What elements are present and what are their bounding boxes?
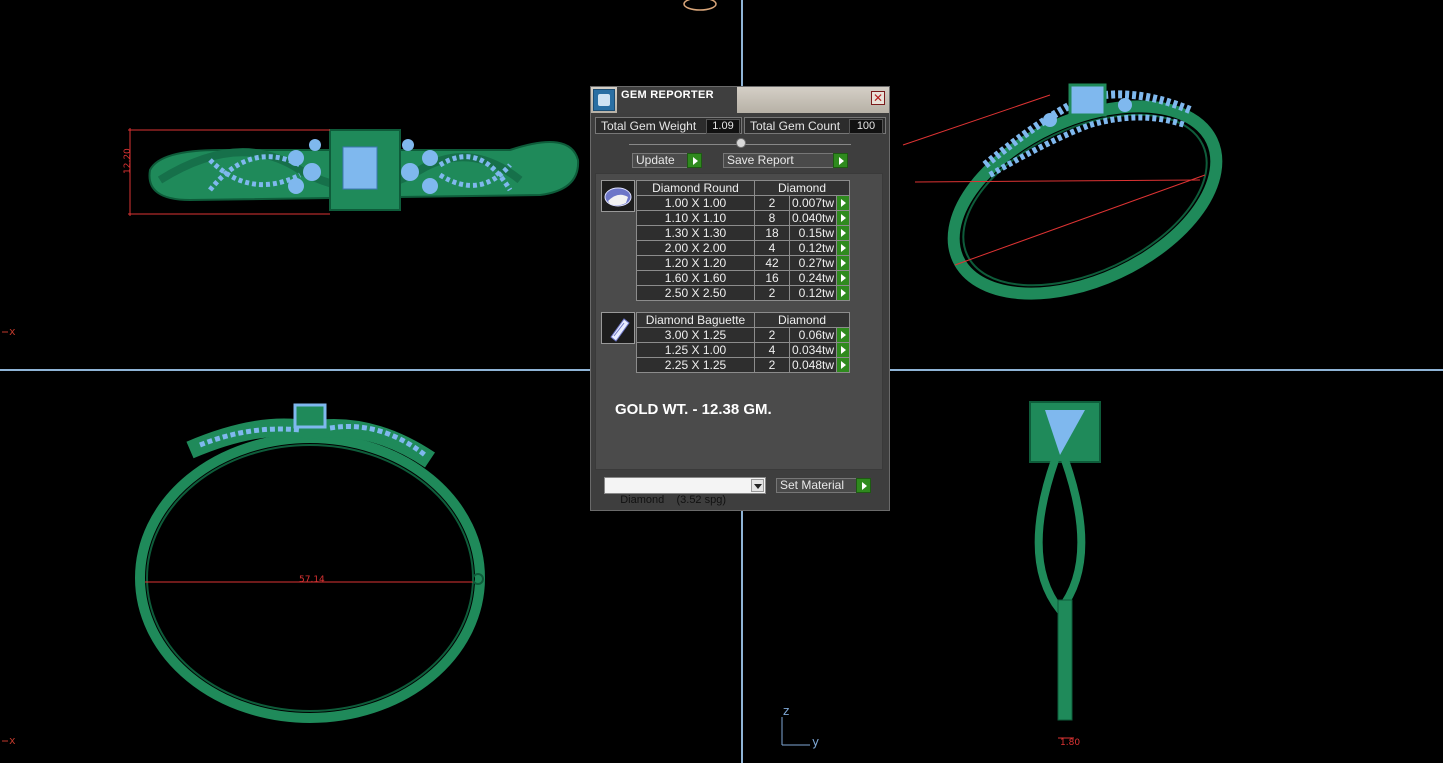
row-select-button[interactable] <box>836 195 851 211</box>
material-select-value: Diamond (3.52 spg) <box>620 494 727 506</box>
gem-size: 2.25 X 1.25 <box>636 357 755 373</box>
play-icon <box>856 478 871 493</box>
gem-size: 1.60 X 1.60 <box>636 270 755 286</box>
gem-weight: 0.034tw <box>788 342 838 358</box>
gem-weight: 0.15tw <box>788 225 838 241</box>
gem-weight: 0.06tw <box>788 327 838 343</box>
close-icon[interactable]: ✕ <box>871 91 885 105</box>
gem-count: 2 <box>754 327 790 343</box>
gem-size: 1.20 X 1.20 <box>636 255 755 271</box>
gem-size: 1.00 X 1.00 <box>636 195 755 211</box>
total-gem-weight-label: Total Gem Weight <box>601 119 697 133</box>
row-select-button[interactable] <box>836 225 851 241</box>
row-select-button[interactable] <box>836 255 851 271</box>
total-gem-count-label: Total Gem Count <box>750 119 841 133</box>
row-select-button[interactable] <box>836 285 851 301</box>
gem-size: 2.50 X 2.50 <box>636 285 755 301</box>
gem-list-area: Diamond Round Diamond 1.00 X 1.00 2 0.00… <box>595 173 883 470</box>
gem-count: 16 <box>754 270 790 286</box>
panel-titlebar[interactable]: GEM REPORTER ✕ <box>591 87 889 113</box>
chevron-down-icon[interactable] <box>751 479 764 492</box>
shape-header: Diamond Baguette <box>636 312 755 328</box>
axis-y-label: y <box>812 735 820 749</box>
update-button[interactable]: Update <box>632 153 702 168</box>
round-gem-table: Diamond Round Diamond 1.00 X 1.00 2 0.00… <box>636 180 851 301</box>
side-view-model <box>135 403 485 723</box>
axis-x-label-top: x <box>9 325 16 338</box>
baguette-diamond-icon <box>601 312 635 344</box>
shape-header: Diamond Round <box>636 180 755 196</box>
gem-size: 1.10 X 1.10 <box>636 210 755 226</box>
table-row: 1.00 X 1.00 2 0.007tw <box>636 195 851 211</box>
save-report-label: Save Report <box>727 153 794 167</box>
material-header: Diamond <box>753 180 851 196</box>
dim-diameter-label: 57.14 <box>299 575 325 585</box>
row-select-button[interactable] <box>836 357 851 373</box>
gem-reporter-icon <box>593 89 615 111</box>
table-header-row: Diamond Baguette Diamond <box>636 312 851 328</box>
round-diamond-icon <box>601 180 635 212</box>
dim-shank-label: 1.80 <box>1060 738 1080 748</box>
gem-count: 2 <box>754 357 790 373</box>
row-select-button[interactable] <box>836 270 851 286</box>
gem-weight: 0.040tw <box>788 210 838 226</box>
table-row: 2.25 X 1.25 2 0.048tw <box>636 357 851 373</box>
gem-size: 3.00 X 1.25 <box>636 327 755 343</box>
baguette-gem-table: Diamond Baguette Diamond 3.00 X 1.25 2 0… <box>636 312 851 373</box>
gem-weight: 0.27tw <box>788 255 838 271</box>
gem-count: 8 <box>754 210 790 226</box>
table-row: 1.60 X 1.60 16 0.24tw <box>636 270 851 286</box>
splitter-handle[interactable] <box>736 138 746 148</box>
play-icon <box>833 153 848 168</box>
end-view-model <box>1029 401 1101 739</box>
table-header-row: Diamond Round Diamond <box>636 180 851 196</box>
row-select-button[interactable] <box>836 240 851 256</box>
gem-count: 42 <box>754 255 790 271</box>
top-view-marker <box>683 0 717 11</box>
panel-title: GEM REPORTER <box>621 89 714 101</box>
gem-weight: 0.048tw <box>788 357 838 373</box>
front-view-model <box>128 128 580 216</box>
gem-weight: 0.12tw <box>788 285 838 301</box>
set-material-button[interactable]: Set Material <box>776 478 871 493</box>
table-row: 1.20 X 1.20 42 0.27tw <box>636 255 851 271</box>
update-label: Update <box>636 153 675 167</box>
total-gem-weight-value: 1.09 <box>706 119 740 134</box>
gem-weight: 0.12tw <box>788 240 838 256</box>
row-select-button[interactable] <box>836 342 851 358</box>
save-report-button[interactable]: Save Report <box>723 153 848 168</box>
total-gem-count-box: Total Gem Count 100 <box>744 117 886 134</box>
gem-reporter-panel: GEM REPORTER ✕ Total Gem Weight 1.09 Tot… <box>590 86 890 511</box>
set-material-label: Set Material <box>780 478 845 492</box>
table-row: 1.30 X 1.30 18 0.15tw <box>636 225 851 241</box>
perspective-view-model <box>902 83 1223 300</box>
row-select-button[interactable] <box>836 327 851 343</box>
dim-height-label: 12.20 <box>123 148 133 174</box>
play-icon <box>687 153 702 168</box>
row-select-button[interactable] <box>836 210 851 226</box>
total-gem-weight-box: Total Gem Weight 1.09 <box>595 117 742 134</box>
gem-count: 4 <box>754 240 790 256</box>
table-row: 1.25 X 1.00 4 0.034tw <box>636 342 851 358</box>
table-row: 3.00 X 1.25 2 0.06tw <box>636 327 851 343</box>
gem-count: 2 <box>754 195 790 211</box>
material-header: Diamond <box>753 312 851 328</box>
gem-count: 18 <box>754 225 790 241</box>
gem-weight: 0.24tw <box>788 270 838 286</box>
gold-weight-text: GOLD WT. - 12.38 GM. <box>615 401 772 418</box>
axis-gizmo <box>781 717 810 746</box>
gem-count: 4 <box>754 342 790 358</box>
material-select[interactable]: Diamond (3.52 spg) <box>604 477 766 506</box>
table-row: 2.50 X 2.50 2 0.12tw <box>636 285 851 301</box>
gem-size: 2.00 X 2.00 <box>636 240 755 256</box>
gem-size: 1.30 X 1.30 <box>636 225 755 241</box>
table-row: 2.00 X 2.00 4 0.12tw <box>636 240 851 256</box>
total-gem-count-value: 100 <box>849 119 883 134</box>
axis-z-label: z <box>783 704 790 718</box>
gem-size: 1.25 X 1.00 <box>636 342 755 358</box>
gem-weight: 0.007tw <box>788 195 838 211</box>
axis-x-label-bottom: x <box>9 734 16 747</box>
gem-count: 2 <box>754 285 790 301</box>
table-row: 1.10 X 1.10 8 0.040tw <box>636 210 851 226</box>
